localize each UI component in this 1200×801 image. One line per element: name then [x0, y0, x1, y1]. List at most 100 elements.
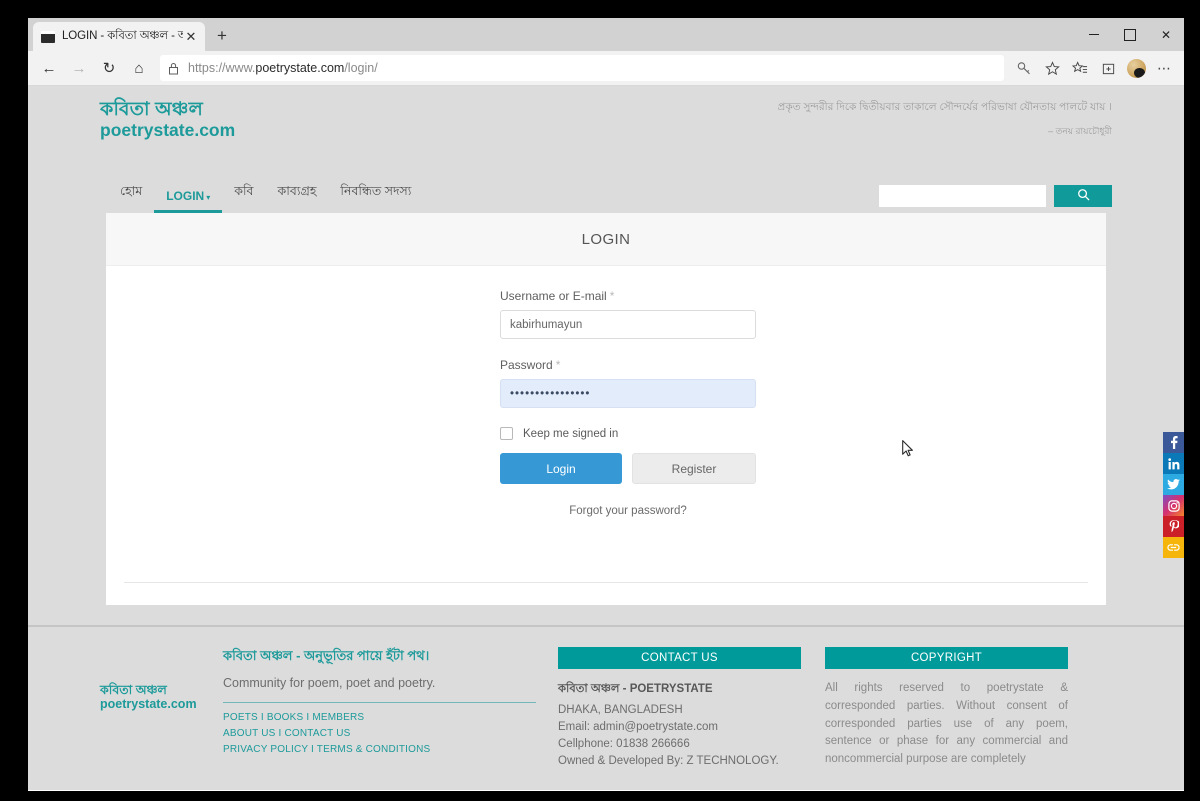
footer-copyright: COPYRIGHT All rights reserved to poetrys…: [825, 647, 1068, 772]
main-nav: হোম LOGIN ▾ কবি কাব্যগ্রহ নিবন্ধিত সদস্য: [28, 176, 1184, 213]
forgot-password-link[interactable]: Forgot your password?: [500, 505, 756, 517]
instagram-icon[interactable]: [1163, 495, 1184, 516]
footer-logo-en: poetrystate.com: [100, 696, 197, 711]
footer-tagline-en: Community for poem, poet and poetry.: [223, 676, 436, 690]
address-bar[interactable]: https://www.poetrystate.com/login/: [160, 55, 1004, 81]
footer-about: কবিতা অঞ্চল - অনুভূতির পায়ে হঁটা পথ। Co…: [223, 647, 558, 772]
login-form: Username or E-mail* Password* Keep me si…: [500, 289, 756, 517]
keep-signed-in-row[interactable]: Keep me signed in: [500, 427, 756, 440]
browser-tab[interactable]: LOGIN - কবিতা অঞ্চল - অনুভূতি ✕: [33, 22, 205, 51]
footer-logo-bn: কবিতা অঞ্চল: [100, 683, 167, 697]
facebook-icon[interactable]: [1163, 432, 1184, 453]
url-text: https://www.poetrystate.com/login/: [188, 61, 378, 75]
back-icon[interactable]: ←: [34, 53, 64, 83]
nav-item-label: LOGIN: [166, 189, 205, 203]
page-title: LOGIN: [581, 230, 631, 248]
footer-link-row[interactable]: ABOUT US I CONTACT US: [223, 728, 536, 739]
footer-link-row[interactable]: PRIVACY POLICY I TERMS & CONDITIONS: [223, 744, 536, 755]
chevron-down-icon: ▾: [206, 193, 211, 202]
quote-author: – তনয় রায়চৌধুরী: [1048, 126, 1112, 136]
site-logo-en: poetrystate.com: [100, 119, 236, 140]
search-button[interactable]: [1054, 185, 1112, 207]
username-field-block: Username or E-mail *: [500, 289, 756, 339]
page-icon: [41, 30, 55, 43]
nav-item-label: কাব্যগ্রহ: [277, 184, 317, 198]
tab-strip: LOGIN - কবিতা অঞ্চল - অনুভূতি ✕ + ✕: [28, 18, 1184, 51]
pinterest-icon[interactable]: [1163, 516, 1184, 537]
avatar[interactable]: [1122, 54, 1150, 82]
close-icon[interactable]: ✕: [183, 29, 199, 45]
password-field-block: Password *: [500, 358, 756, 408]
footer-contact: CONTACT US কবিতা অঞ্চল - POETRYSTATE DHA…: [558, 647, 801, 772]
site-footer: কবিতা অঞ্চল poetrystate.com কবিতা অঞ্চল …: [28, 627, 1184, 790]
contact-line: Owned & Developed By: Z TECHNOLOGY.: [558, 755, 779, 767]
required-mark: *: [609, 289, 615, 303]
copyright-text: All rights reserved to poetrystate & cor…: [825, 682, 1068, 766]
quote-text: প্রকৃত সুন্দরীর দিকে দ্বিতীয়বার তাকালে …: [777, 101, 1112, 113]
forward-icon[interactable]: →: [64, 53, 94, 83]
required-mark: *: [555, 358, 561, 372]
lock-icon: [168, 62, 179, 75]
site-search: [879, 185, 1112, 207]
page-viewport: কবিতা অঞ্চল poetrystate.com প্রকৃত সুন্দ…: [28, 86, 1184, 790]
keep-signed-in-label: Keep me signed in: [523, 427, 619, 440]
linkedin-icon[interactable]: [1163, 453, 1184, 474]
search-input[interactable]: [879, 185, 1046, 207]
browser-toolbar: ← → ↻ ⌂ https://www.poetrystate.com/logi…: [28, 51, 1184, 86]
minimize-button[interactable]: [1076, 18, 1112, 51]
nav-item-books[interactable]: কাব্যগ্রহ: [266, 183, 329, 213]
social-sidebar: [1163, 432, 1184, 558]
link-share-icon[interactable]: [1163, 537, 1184, 558]
tab-title: LOGIN - কবিতা অঞ্চল - অনুভূতি: [62, 30, 183, 42]
contact-us-heading: CONTACT US: [558, 647, 801, 669]
site-header: কবিতা অঞ্চল poetrystate.com প্রকৃত সুন্দ…: [28, 86, 1184, 176]
footer-tagline-bn: কবিতা অঞ্চল - অনুভূতির পায়ে হঁটা পথ।: [223, 648, 430, 663]
content-card: LOGIN Username or E-mail* Password*: [106, 213, 1106, 605]
footer-inner: কবিতা অঞ্চল poetrystate.com কবিতা অঞ্চল …: [100, 647, 1112, 772]
header-quote: প্রকৃত সুন্দরীর দিকে দ্বিতীয়বার তাকালে …: [777, 100, 1112, 139]
section-separator: [28, 605, 1184, 627]
nav-item-login[interactable]: LOGIN ▾: [154, 189, 223, 213]
password-label: Password *: [500, 358, 561, 372]
home-icon[interactable]: ⌂: [124, 53, 154, 83]
login-button[interactable]: Login: [500, 453, 622, 484]
key-icon[interactable]: [1010, 54, 1038, 82]
new-tab-button[interactable]: +: [213, 27, 231, 45]
contact-line: Cellphone: 01838 266666: [558, 738, 690, 750]
page-title-bar: LOGIN: [106, 213, 1106, 266]
nav-item-home[interactable]: হোম: [108, 183, 154, 213]
contact-line: কবিতা অঞ্চল - POETRYSTATE: [558, 683, 713, 695]
close-window-button[interactable]: ✕: [1148, 18, 1184, 51]
copyright-heading: COPYRIGHT: [825, 647, 1068, 669]
contact-line: DHAKA, BANGLADESH: [558, 704, 683, 716]
footer-divider: [223, 702, 536, 703]
site-logo[interactable]: কবিতা অঞ্চল poetrystate.com: [100, 99, 236, 140]
nav-item-members[interactable]: নিবন্ধিত সদস্য: [328, 183, 423, 213]
form-button-row: Login Register: [500, 453, 756, 484]
register-button[interactable]: Register: [632, 453, 756, 484]
site-logo-bn: কবিতা অঞ্চল: [100, 99, 203, 120]
favorites-list-icon[interactable]: [1066, 54, 1094, 82]
refresh-icon[interactable]: ↻: [94, 53, 124, 83]
nav-items: হোম LOGIN ▾ কবি কাব্যগ্রহ নিবন্ধিত সদস্য: [108, 176, 423, 213]
browser-window: LOGIN - কবিতা অঞ্চল - অনুভূতি ✕ + ✕ ← → …: [28, 18, 1184, 791]
nav-item-label: হোম: [120, 184, 143, 198]
keep-signed-in-checkbox[interactable]: [500, 427, 513, 440]
collections-icon[interactable]: [1094, 54, 1122, 82]
username-label: Username or E-mail *: [500, 289, 615, 303]
nav-item-label: কবি: [234, 184, 254, 198]
maximize-button[interactable]: [1112, 18, 1148, 51]
footer-logo[interactable]: কবিতা অঞ্চল poetrystate.com: [100, 647, 223, 772]
footer-link-row[interactable]: POETS I BOOKS I MEMBERS: [223, 712, 536, 723]
nav-item-poets[interactable]: কবি: [222, 183, 265, 213]
username-input[interactable]: [500, 310, 756, 339]
search-icon: [1077, 188, 1090, 204]
window-controls: ✕: [1076, 18, 1184, 51]
contact-line: Email: admin@poetrystate.com: [558, 721, 718, 733]
twitter-icon[interactable]: [1163, 474, 1184, 495]
more-menu-icon[interactable]: ⋯: [1150, 54, 1178, 82]
nav-item-label: নিবন্ধিত সদস্য: [340, 184, 412, 198]
card-divider: [124, 582, 1088, 583]
star-icon[interactable]: [1038, 54, 1066, 82]
password-input[interactable]: [500, 379, 756, 408]
